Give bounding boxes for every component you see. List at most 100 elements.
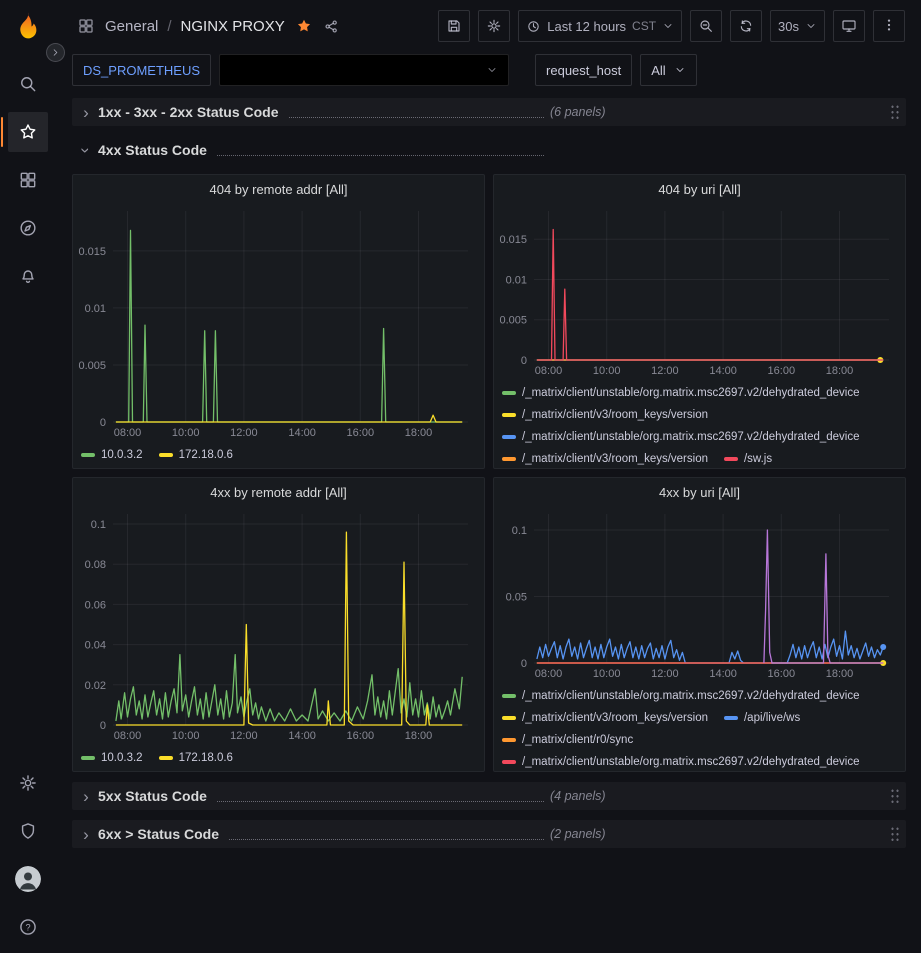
panel-legend: 10.0.3.2 172.18.0.6	[73, 745, 484, 771]
more-options-button[interactable]	[873, 10, 905, 42]
series-name: /_matrix/client/unstable/org.matrix.msc2…	[522, 685, 860, 707]
chevron-down-icon	[662, 20, 674, 32]
svg-text:12:00: 12:00	[230, 730, 258, 742]
row-1xx-3xx-2xx-status-code[interactable]: › 1xx - 3xx - 2xx Status Code (6 panels)	[72, 98, 906, 126]
gear-icon	[18, 773, 38, 793]
panel-title-text: 404 by uri [All]	[658, 182, 740, 197]
panel-title-text: 4xx by uri [All]	[659, 485, 740, 500]
legend-item[interactable]: 10.0.3.2	[81, 747, 143, 769]
row-title: 4xx Status Code	[98, 142, 207, 158]
sidebar-item-search[interactable]	[8, 64, 48, 104]
svg-text:18:00: 18:00	[405, 730, 433, 742]
svg-text:08:00: 08:00	[114, 730, 142, 742]
chevron-down-icon: ›	[78, 142, 95, 158]
datasource-variable-select[interactable]	[219, 54, 509, 86]
legend-item[interactable]: /_matrix/client/unstable/org.matrix.msc2…	[502, 382, 860, 404]
time-range-picker[interactable]: Last 12 hours CST	[518, 10, 682, 42]
svg-text:0.06: 0.06	[85, 599, 106, 611]
row-panel-count: (6 panels)	[550, 105, 606, 119]
legend-item[interactable]: /_matrix/client/unstable/org.matrix.msc2…	[502, 751, 860, 771]
chart-svg: 08:0010:0012:0014:0016:0018:0000.050.1	[494, 506, 905, 683]
dashboard-settings-button[interactable]	[478, 10, 510, 42]
panel-title[interactable]: 404 by uri [All]	[494, 175, 905, 203]
panel-title[interactable]: 404 by remote addr [All]	[73, 175, 484, 203]
panel-title[interactable]: 4xx by uri [All]	[494, 478, 905, 506]
zoom-out-button[interactable]	[690, 10, 722, 42]
refresh-interval-picker[interactable]: 30s	[770, 10, 825, 42]
legend-item[interactable]: /_matrix/client/unstable/org.matrix.msc2…	[502, 685, 860, 707]
time-series-plot[interactable]: 08:0010:0012:0014:0016:0018:0000.020.040…	[73, 506, 484, 745]
kebab-menu-icon	[881, 17, 897, 36]
svg-text:0.02: 0.02	[85, 680, 106, 692]
svg-text:10:00: 10:00	[593, 668, 621, 680]
star-icon	[18, 122, 38, 142]
sidebar-item-profile[interactable]	[8, 859, 48, 899]
svg-text:10:00: 10:00	[172, 730, 200, 742]
variable-label-text: request_host	[546, 63, 621, 78]
row-drag-handle[interactable]	[890, 104, 900, 120]
legend-item[interactable]: /_matrix/client/v3/room_keys/version	[502, 707, 708, 729]
svg-text:16:00: 16:00	[768, 668, 796, 680]
svg-text:18:00: 18:00	[826, 365, 854, 377]
row-4xx-status-code[interactable]: › 4xx Status Code	[72, 136, 906, 164]
sidebar-item-configuration[interactable]	[8, 763, 48, 803]
svg-text:12:00: 12:00	[651, 668, 679, 680]
legend-item[interactable]: /_matrix/client/r0/sync	[502, 729, 633, 751]
sidebar-bottom-nav: ?	[8, 763, 48, 947]
help-icon: ?	[18, 917, 38, 937]
legend-item[interactable]: 172.18.0.6	[159, 747, 233, 769]
legend-item[interactable]: /_matrix/client/unstable/org.matrix.msc2…	[502, 426, 860, 448]
breadcrumb-separator: /	[167, 18, 171, 35]
request-host-variable-select[interactable]: All	[640, 54, 696, 86]
legend-item[interactable]: /api/live/ws	[724, 707, 800, 729]
time-series-plot[interactable]: 08:0010:0012:0014:0016:0018:0000.0050.01…	[494, 203, 905, 380]
sidebar-item-dashboards[interactable]	[8, 160, 48, 200]
time-series-plot[interactable]: 08:0010:0012:0014:0016:0018:0000.050.1	[494, 506, 905, 683]
svg-text:14:00: 14:00	[288, 427, 316, 439]
gear-icon	[486, 18, 502, 34]
user-avatar	[15, 866, 41, 892]
sidebar-nav	[8, 64, 48, 296]
series-color-swatch	[159, 453, 173, 457]
open-menu-button[interactable]	[46, 43, 65, 62]
favorite-star-icon[interactable]	[295, 17, 313, 35]
compass-icon	[18, 218, 38, 238]
panel-title[interactable]: 4xx by remote addr [All]	[73, 478, 484, 506]
time-series-plot[interactable]: 08:0010:0012:0014:0016:0018:0000.0050.01…	[73, 203, 484, 442]
row-6xx-status-code[interactable]: › 6xx > Status Code (2 panels)	[72, 820, 906, 848]
row-drag-handle[interactable]	[890, 826, 900, 842]
share-icon[interactable]	[323, 18, 340, 35]
time-range-label: Last 12 hours	[547, 19, 626, 34]
legend-item[interactable]: /_matrix/client/v3/room_keys/version	[502, 448, 708, 468]
sidebar-item-explore[interactable]	[8, 208, 48, 248]
refresh-button[interactable]	[730, 10, 762, 42]
row-panel-count: (2 panels)	[550, 827, 606, 841]
chart-svg: 08:0010:0012:0014:0016:0018:0000.0050.01…	[73, 203, 484, 442]
panel-4xx-by-uri: 4xx by uri [All] 08:0010:0012:0014:0016:…	[493, 477, 906, 772]
sidebar-item-help[interactable]: ?	[8, 907, 48, 947]
svg-text:0: 0	[521, 658, 527, 670]
svg-text:0.01: 0.01	[85, 303, 106, 315]
save-dashboard-button[interactable]	[438, 10, 470, 42]
legend-item[interactable]: 10.0.3.2	[81, 444, 143, 466]
svg-text:0.015: 0.015	[78, 246, 106, 258]
breadcrumb-dashboard-title[interactable]: NGINX PROXY	[181, 18, 285, 35]
legend-item[interactable]: 172.18.0.6	[159, 444, 233, 466]
series-color-swatch	[724, 716, 738, 720]
sidebar-item-alerting[interactable]	[8, 256, 48, 296]
row-5xx-status-code[interactable]: › 5xx Status Code (4 panels)	[72, 782, 906, 810]
grafana-logo[interactable]	[12, 10, 44, 42]
bell-icon	[18, 266, 38, 286]
tv-mode-button[interactable]	[833, 10, 865, 42]
sidebar-item-server-admin[interactable]	[8, 811, 48, 851]
svg-text:12:00: 12:00	[230, 427, 258, 439]
request-host-variable-label: request_host	[535, 54, 632, 86]
legend-item[interactable]: /sw.js	[724, 448, 772, 468]
sidebar-item-starred[interactable]	[8, 112, 48, 152]
breadcrumb-folder[interactable]: General	[105, 18, 158, 35]
datasource-variable-label[interactable]: DS_PROMETHEUS	[72, 54, 211, 86]
legend-item[interactable]: /_matrix/client/v3/room_keys/version	[502, 404, 708, 426]
row-drag-handle[interactable]	[890, 788, 900, 804]
series-name: /_matrix/client/v3/room_keys/version	[522, 404, 708, 426]
panel-404-by-uri: 404 by uri [All] 08:0010:0012:0014:0016:…	[493, 174, 906, 469]
